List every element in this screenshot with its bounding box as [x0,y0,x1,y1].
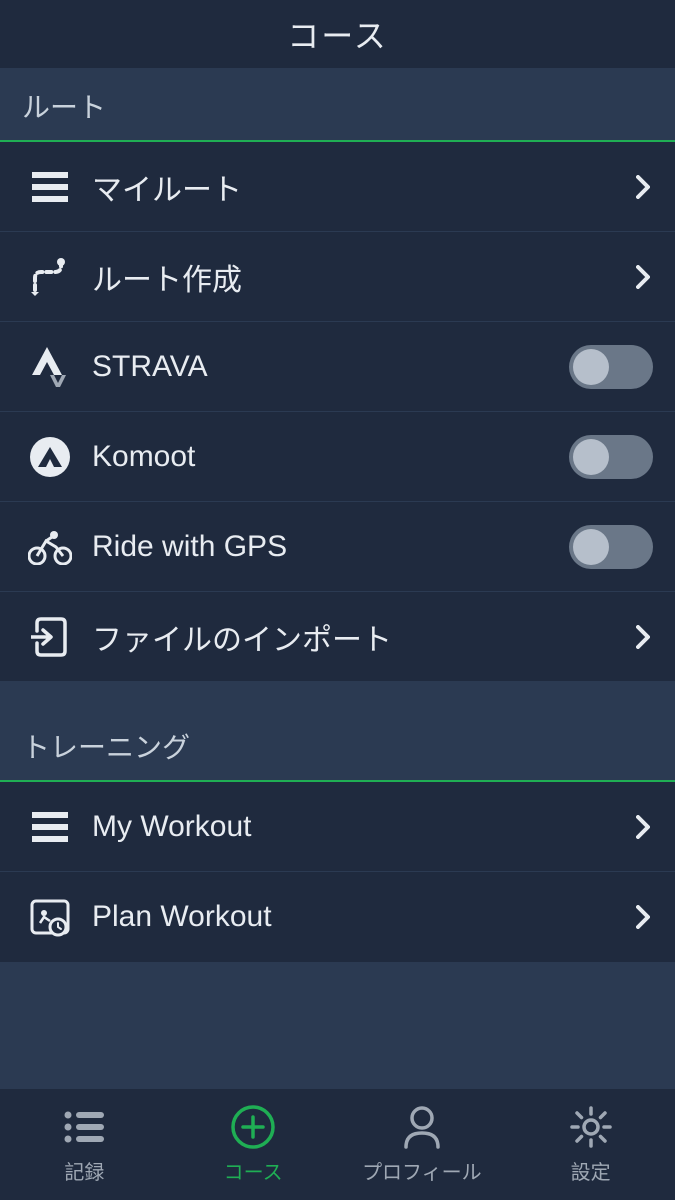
komoot-icon [26,433,74,481]
list-icon [26,163,74,211]
row-my-routes[interactable]: マイルート [0,142,675,232]
chevron-right-icon [633,267,653,287]
section-gap [0,682,675,708]
toggle-strava[interactable] [569,345,653,389]
chevron-right-icon [633,177,653,197]
row-label: My Workout [92,810,633,844]
toggle-knob [573,349,609,385]
strava-icon [26,343,74,391]
page-header: コース [0,0,675,68]
tab-profile[interactable]: プロフィール [338,1089,507,1200]
tab-bar: 記録 コース プロフィール [0,1088,675,1200]
toggle-knob [573,529,609,565]
row-label: Plan Workout [92,900,633,934]
row-label: STRAVA [92,350,569,384]
section-header-routes: ルート [0,68,675,142]
row-create-route[interactable]: ルート作成 [0,232,675,322]
row-label: ファイルのインポート [92,615,633,659]
tab-label: プロフィール [362,1156,482,1185]
tab-label: 記録 [64,1156,104,1185]
section-title-routes: ルート [22,92,106,123]
row-strava[interactable]: STRAVA [0,322,675,412]
content-scroll[interactable]: ルート マイルート [0,68,675,1088]
toggle-ride-with-gps[interactable] [569,525,653,569]
row-my-workout[interactable]: My Workout [0,782,675,872]
section-title-training: トレーニング [22,732,190,763]
tab-course[interactable]: コース [169,1089,338,1200]
gear-icon [568,1104,614,1150]
list-icon [26,803,74,851]
tab-settings[interactable]: 設定 [506,1089,675,1200]
section-header-training: トレーニング [0,708,675,782]
route-icon [26,253,74,301]
row-label: Komoot [92,440,569,474]
profile-icon [399,1104,445,1150]
row-import-file[interactable]: ファイルのインポート [0,592,675,682]
chevron-right-icon [633,907,653,927]
row-ride-with-gps[interactable]: Ride with GPS [0,502,675,592]
import-file-icon [26,613,74,661]
tab-label: コース [224,1156,283,1185]
add-circle-icon [230,1104,276,1150]
calendar-workout-icon [26,893,74,941]
toggle-knob [573,439,609,475]
row-komoot[interactable]: Komoot [0,412,675,502]
tab-label: 設定 [571,1156,611,1185]
cyclist-icon [26,523,74,571]
toggle-komoot[interactable] [569,435,653,479]
row-plan-workout[interactable]: Plan Workout [0,872,675,962]
record-icon [61,1104,107,1150]
page-title: コース [287,11,387,57]
row-label: マイルート [92,165,633,209]
chevron-right-icon [633,627,653,647]
row-label: ルート作成 [92,255,633,299]
row-label: Ride with GPS [92,530,569,564]
tab-record[interactable]: 記録 [0,1089,169,1200]
chevron-right-icon [633,817,653,837]
